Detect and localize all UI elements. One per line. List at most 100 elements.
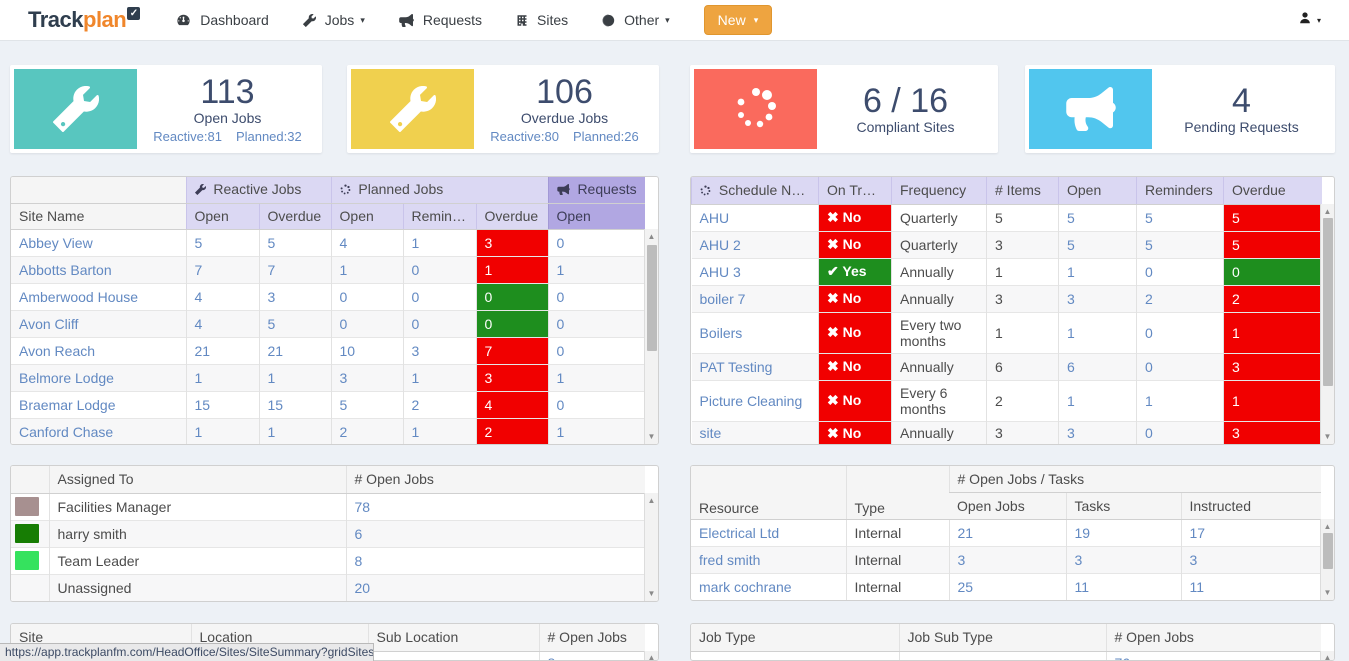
col-header-overdue[interactable]: Overdue: [1223, 177, 1322, 205]
resource-link[interactable]: Electrical Ltd: [699, 525, 779, 541]
overdue-cell[interactable]: 1: [1223, 311, 1322, 353]
reactive-jobs-group-header[interactable]: Reactive Jobs: [185, 177, 332, 204]
col-header-job-sub-type[interactable]: Job Sub Type: [898, 624, 1106, 652]
scrollbar[interactable]: ▲: [644, 651, 658, 660]
scroll-down-icon[interactable]: ▼: [645, 432, 658, 441]
on-track-cell[interactable]: ✖ No: [818, 311, 892, 353]
overdue-cell[interactable]: 2: [475, 417, 549, 444]
schedule-link[interactable]: AHU: [700, 210, 730, 226]
scroll-down-icon[interactable]: ▼: [645, 589, 658, 598]
col-header-tasks[interactable]: Tasks: [1065, 492, 1181, 520]
overdue-cell[interactable]: 1: [1223, 379, 1322, 421]
site-link[interactable]: Braemar Lodge: [19, 397, 116, 413]
on-track-cell[interactable]: ✖ No: [818, 352, 892, 380]
overdue-cell[interactable]: 5: [1223, 203, 1322, 231]
nav-other[interactable]: Other ▾: [602, 12, 670, 28]
schedule-link[interactable]: site: [700, 425, 722, 441]
on-track-cell[interactable]: ✖ No: [818, 203, 892, 231]
site-link[interactable]: Amberwood House: [19, 289, 138, 305]
scrollbar[interactable]: ▲ ▼: [1320, 519, 1334, 600]
planned-count-link[interactable]: Planned:32: [236, 129, 302, 144]
col-header-assigned-to[interactable]: Assigned To: [48, 466, 346, 494]
site-link[interactable]: Abbotts Barton: [19, 262, 112, 278]
schedule-link[interactable]: PAT Testing: [700, 359, 773, 375]
col-header-open[interactable]: Open: [1058, 177, 1137, 205]
col-header-open-jobs[interactable]: # Open Jobs: [345, 466, 645, 494]
planned-count-link[interactable]: Planned:26: [573, 129, 639, 144]
site-link[interactable]: Belmore Lodge: [19, 370, 114, 386]
col-header-reminders[interactable]: Reminders: [402, 203, 477, 230]
col-header-planned-open[interactable]: Open: [330, 203, 404, 230]
col-header-instructed[interactable]: Instructed: [1180, 492, 1322, 520]
overdue-cell[interactable]: 7: [475, 336, 549, 364]
col-header-schedule-name[interactable]: Schedule Name: [691, 177, 819, 205]
overdue-cell[interactable]: 5: [1223, 230, 1322, 258]
scroll-up-icon[interactable]: ▲: [1321, 207, 1334, 216]
new-button[interactable]: New ▾: [703, 5, 773, 35]
site-link[interactable]: Avon Cliff: [19, 316, 78, 332]
col-header-type[interactable]: Type: [845, 466, 949, 520]
col-header-reminders[interactable]: Reminders: [1136, 177, 1224, 205]
open-jobs-link[interactable]: 8: [355, 553, 363, 569]
overdue-cell[interactable]: 3: [475, 228, 549, 256]
nav-requests[interactable]: Requests: [399, 12, 482, 28]
on-track-cell[interactable]: ✖ No: [818, 284, 892, 312]
scrollbar[interactable]: ▲ ▼: [644, 229, 658, 444]
overdue-cell[interactable]: 3: [1223, 420, 1322, 444]
open-jobs-link[interactable]: 78: [355, 499, 371, 515]
nav-dashboard[interactable]: Dashboard: [176, 12, 269, 28]
scroll-up-icon[interactable]: ▲: [1321, 522, 1334, 531]
col-header-planned-overdue[interactable]: Overdue: [475, 203, 549, 230]
col-header-frequency[interactable]: Frequency: [891, 177, 987, 205]
scrollbar-thumb[interactable]: [647, 245, 657, 351]
col-header-reactive-open[interactable]: Open: [185, 203, 259, 230]
reactive-count-link[interactable]: Reactive:80: [490, 129, 559, 144]
requests-group-header[interactable]: Requests: [547, 177, 646, 204]
user-menu[interactable]: ▾: [1298, 11, 1321, 30]
overdue-cell[interactable]: 0: [475, 282, 549, 310]
overdue-cell[interactable]: 1: [475, 255, 549, 283]
col-header-resource[interactable]: Resource: [691, 466, 846, 520]
open-jobs-link[interactable]: 6: [355, 526, 363, 542]
resource-link[interactable]: mark cochrane: [699, 579, 792, 595]
scrollbar-thumb[interactable]: [1323, 218, 1333, 386]
nav-sites[interactable]: Sites: [516, 12, 568, 28]
site-link[interactable]: Avon Reach: [19, 343, 95, 359]
col-header-on-track[interactable]: On Track: [818, 177, 892, 205]
schedule-link[interactable]: AHU 2: [700, 237, 741, 253]
open-jobs-link[interactable]: 8: [548, 655, 556, 661]
overdue-cell[interactable]: 3: [475, 363, 549, 391]
scroll-up-icon[interactable]: ▲: [645, 232, 658, 241]
overdue-cell[interactable]: 2: [1223, 284, 1322, 312]
overdue-cell[interactable]: 4: [475, 390, 549, 418]
col-header-open-jobs[interactable]: # Open Jobs: [1105, 624, 1321, 652]
overdue-cell[interactable]: 0: [1223, 257, 1322, 285]
schedule-link[interactable]: Boilers: [700, 325, 743, 341]
on-track-cell[interactable]: ✔ Yes: [818, 257, 892, 285]
schedule-link[interactable]: Picture Cleaning: [700, 393, 803, 409]
scroll-up-icon[interactable]: ▲: [645, 496, 658, 505]
resource-link[interactable]: fred smith: [699, 552, 760, 568]
overdue-cell[interactable]: 0: [475, 309, 549, 337]
col-header-job-type[interactable]: Job Type: [691, 624, 899, 652]
col-header-sub-location[interactable]: Sub Location: [367, 624, 539, 652]
site-link[interactable]: Canford Chase: [19, 424, 113, 440]
on-track-cell[interactable]: ✖ No: [818, 420, 892, 444]
on-track-cell[interactable]: ✖ No: [818, 379, 892, 421]
col-header-open-jobs[interactable]: Open Jobs: [949, 492, 1066, 520]
trackplan-logo[interactable]: Trackplan ✓: [28, 7, 141, 33]
nav-jobs[interactable]: Jobs ▾: [302, 12, 365, 28]
open-jobs-link[interactable]: 20: [355, 580, 371, 596]
open-jobs-link[interactable]: 76: [1115, 655, 1131, 661]
scrollbar[interactable]: ▲ ▼: [1320, 204, 1334, 444]
scroll-down-icon[interactable]: ▼: [1321, 588, 1334, 597]
scroll-up-icon[interactable]: ▲: [1321, 653, 1334, 660]
reactive-count-link[interactable]: Reactive:81: [153, 129, 222, 144]
schedule-link[interactable]: AHU 3: [700, 264, 741, 280]
schedule-link[interactable]: boiler 7: [700, 291, 746, 307]
col-header-items[interactable]: # Items: [986, 177, 1059, 205]
planned-jobs-group-header[interactable]: Planned Jobs: [330, 177, 549, 204]
overdue-cell[interactable]: 3: [1223, 352, 1322, 380]
col-header-requests-open[interactable]: Open: [547, 203, 646, 230]
col-header-site-name[interactable]: Site Name: [11, 203, 186, 230]
